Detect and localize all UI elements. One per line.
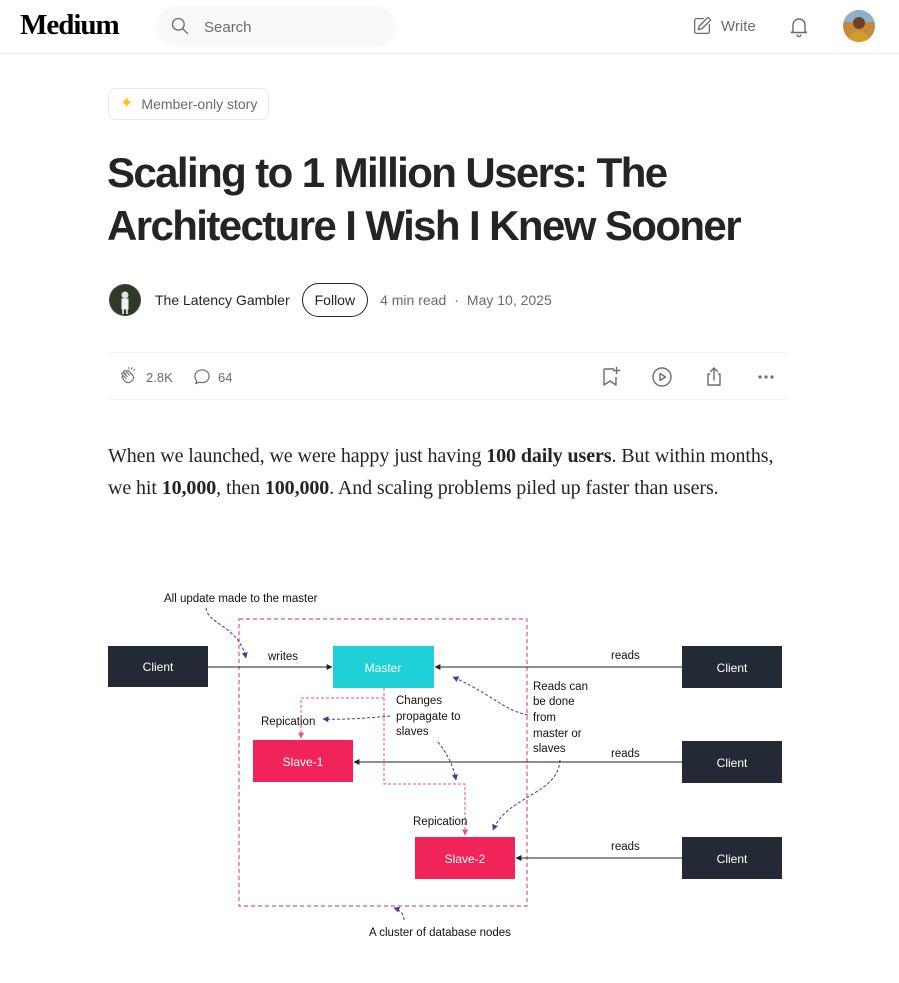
listen-play-icon[interactable] (650, 365, 674, 389)
writes-label: writes (267, 651, 298, 663)
member-only-badge: ✦ Member-only story (108, 88, 270, 120)
changes-arrow (437, 741, 458, 781)
changes-line-2: propagate to (396, 711, 461, 723)
slave-2-label: Slave-2 (445, 852, 486, 866)
client-right-3-label: Client (717, 852, 748, 866)
author-avatar-image (109, 284, 141, 316)
reads-label-3: reads (611, 841, 640, 853)
author-name[interactable]: The Latency Gambler (155, 292, 290, 308)
author-row: The Latency Gambler Follow 4 min read · Ma… (109, 283, 552, 317)
client-left-label: Client (143, 660, 174, 674)
replication-note-arrow (322, 715, 391, 723)
note-master-label: All update made to the master (164, 593, 318, 605)
intro-bold-1: 100 daily users (486, 445, 612, 467)
clap-count: 2.8K (146, 369, 173, 385)
user-avatar-image (843, 10, 875, 42)
user-avatar[interactable] (843, 10, 875, 42)
reads-note-line-5: slaves (533, 743, 566, 755)
reads-note-line-3: from (533, 712, 556, 724)
cluster-label-arrow (393, 906, 405, 921)
author-avatar[interactable] (109, 284, 141, 316)
write-label: Write (721, 17, 756, 35)
intro-text-4: . And scaling problems piled up faster t… (329, 477, 719, 499)
write-button[interactable]: Write (691, 14, 756, 38)
member-only-label: Member-only story (141, 96, 258, 112)
article-title: Scaling to 1 Million Users: The Architec… (107, 149, 742, 249)
star-icon: ✦ (120, 95, 134, 112)
replication-path-1 (298, 688, 385, 739)
reads-note-line-1: Reads can (533, 681, 588, 693)
replication-diagram: All update made to the master Client wri… (108, 593, 782, 939)
response-count: 64 (218, 369, 233, 385)
share-icon[interactable] (702, 365, 726, 389)
top-nav: Medium Write (0, 0, 899, 54)
slave-1-label: Slave-1 (283, 755, 324, 769)
replication-label-1: Repication (261, 716, 315, 728)
client-right-2-label: Client (717, 756, 748, 770)
medium-logo[interactable]: Medium (20, 9, 120, 42)
write-icon (694, 16, 712, 34)
reads-note-line-2: be done (533, 696, 575, 708)
follow-button[interactable]: Follow (301, 283, 369, 317)
notifications-bell-icon[interactable] (787, 14, 811, 38)
client-right-1-label: Client (717, 661, 748, 675)
reads-label-2: reads (611, 748, 640, 760)
search-input[interactable] (202, 6, 386, 48)
responses-button[interactable]: 64 (192, 365, 232, 389)
article-action-bar: 2.8K 64 (108, 352, 788, 400)
intro-bold-3: 100,000 (264, 477, 330, 499)
bookmark-add-icon[interactable] (598, 365, 622, 389)
publish-date: May 10, 2025 (466, 292, 552, 308)
reads-label-1: reads (611, 650, 640, 662)
changes-line-3: slaves (396, 726, 429, 738)
reads-note-line-4: master or (533, 728, 582, 740)
read-time: 4 min read (380, 292, 447, 308)
article-intro-paragraph: When we launched, we were happy just hav… (108, 440, 788, 504)
master-label: Master (365, 661, 402, 675)
note-master-arrow (205, 607, 248, 659)
reads-note-arrow-up (452, 676, 529, 716)
replication-label-2: Repication (413, 816, 467, 828)
article-meta: 4 min read · May 10, 2025 (380, 292, 552, 308)
meta-separator: · (454, 292, 459, 308)
cluster-label: A cluster of database nodes (369, 927, 511, 939)
search-box[interactable] (156, 6, 396, 48)
intro-text-1: When we launched, we were happy just hav… (108, 445, 487, 467)
intro-text-3: , then (216, 477, 265, 499)
changes-line-1: Changes (396, 695, 442, 707)
clap-button[interactable]: 2.8K (118, 365, 173, 389)
more-options-icon[interactable] (754, 365, 778, 389)
search-icon (171, 17, 189, 35)
intro-bold-2: 10,000 (161, 477, 217, 499)
clap-icon (121, 366, 136, 384)
comment-icon (194, 369, 210, 385)
